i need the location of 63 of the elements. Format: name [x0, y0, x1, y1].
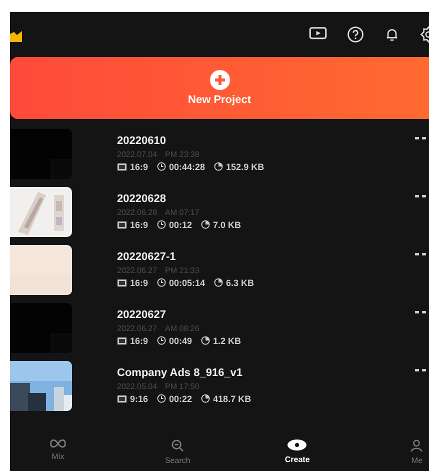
search-icon [171, 439, 184, 452]
project-time: PM 17:50 [165, 382, 200, 390]
more-icon[interactable] [415, 310, 429, 314]
duration: 00:12 [169, 220, 192, 230]
project-time: PM 21:33 [165, 266, 200, 274]
clock-icon [157, 162, 166, 171]
file-size: 1.2 KB [213, 336, 242, 346]
duration: 00:05:14 [169, 278, 206, 288]
storage-icon [201, 336, 210, 345]
tv-icon[interactable] [309, 27, 327, 41]
help-icon[interactable] [347, 26, 364, 42]
file-size: 7.0 KB [213, 220, 242, 230]
more-icon[interactable] [415, 368, 429, 372]
project-title: Company Ads 8_916_v1 [117, 366, 244, 378]
file-size: 6.3 KB [226, 278, 254, 288]
aspect-ratio: 16:9 [130, 220, 148, 230]
project-date: 2022.06.28 [117, 208, 158, 216]
nav-tab[interactable]: Search [148, 435, 208, 471]
more-icon[interactable] [415, 136, 429, 140]
create-icon [287, 439, 308, 451]
storage-icon [201, 220, 210, 229]
aspect-ratio: 9:16 [130, 394, 148, 404]
clock-icon [157, 220, 166, 229]
more-icon[interactable] [415, 252, 429, 256]
logo-icon [10, 30, 22, 42]
aspect-ratio-icon [117, 278, 127, 286]
more-icon[interactable] [415, 194, 429, 198]
nav-tab[interactable]: Me [386, 435, 429, 471]
aspect-ratio: 16:9 [130, 162, 148, 172]
file-size: 152.9 KB [226, 162, 264, 172]
file-size: 418.7 KB [213, 394, 252, 404]
aspect-ratio: 16:9 [130, 278, 148, 288]
aspect-ratio-icon [117, 336, 127, 344]
aspect-ratio: 16:9 [130, 336, 148, 346]
person-icon [410, 439, 424, 452]
aspect-ratio-icon [117, 162, 127, 170]
storage-icon [214, 162, 224, 171]
storage-icon [201, 394, 210, 403]
clock-icon [157, 394, 166, 403]
project-title: 20220628 [117, 192, 167, 204]
aspect-ratio-icon [117, 220, 127, 228]
clock-icon [157, 278, 166, 287]
plus-icon [210, 70, 230, 90]
project-time: AM 07:17 [165, 208, 200, 216]
project-title: 20220627 [117, 308, 167, 320]
duration: 00:22 [169, 394, 192, 404]
project-date: 2022.05.04 [117, 382, 158, 390]
infinity-icon [49, 439, 67, 448]
duration: 00:49 [169, 336, 192, 346]
duration: 00:44:28 [169, 162, 206, 172]
clock-icon [157, 336, 166, 345]
nav-tab[interactable]: Mix [28, 435, 88, 471]
project-date: 2022.06.27 [117, 324, 158, 332]
new-project-button[interactable]: New Project [10, 57, 429, 119]
nav-tab[interactable]: Create [267, 435, 328, 471]
project-time: AM 08:26 [165, 324, 200, 332]
project-title: 20220627-1 [117, 250, 177, 262]
aspect-ratio-icon [117, 394, 127, 402]
project-date: 2022.07.04 [117, 150, 158, 158]
storage-icon [214, 278, 224, 287]
project-title: 20220610 [117, 134, 167, 146]
project-date: 2022.06.27 [117, 266, 158, 274]
project-time: PM 23:38 [165, 150, 200, 158]
